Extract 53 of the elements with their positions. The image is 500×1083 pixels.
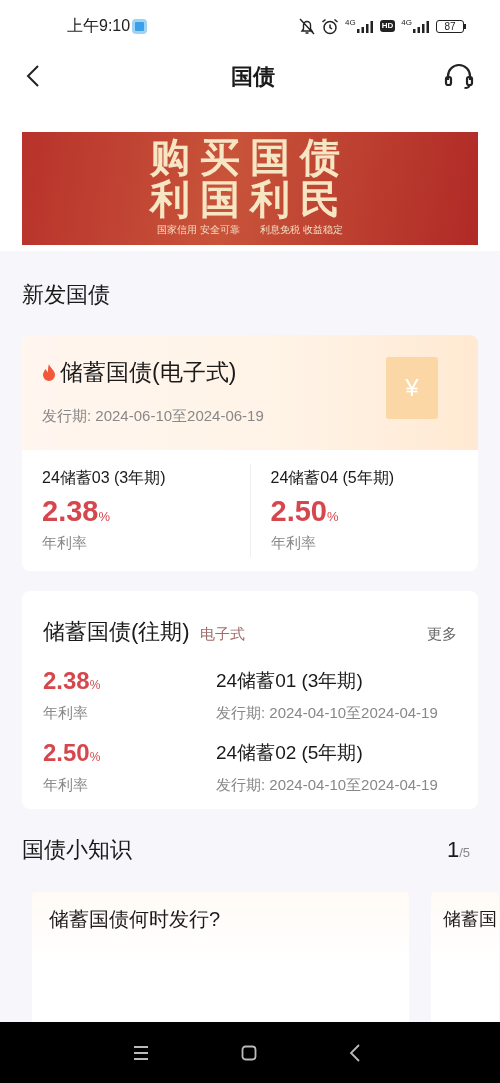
alarm-icon xyxy=(321,17,340,35)
more-link[interactable]: 更多 xyxy=(427,622,457,645)
hd-badge: HD xyxy=(379,20,396,32)
home-icon[interactable] xyxy=(241,1044,257,1061)
network-label: 4G xyxy=(345,18,356,27)
rate-value: 2.50 xyxy=(43,738,90,768)
rate-label: 年利率 xyxy=(43,702,89,723)
type-tag: 电子式 xyxy=(199,622,245,645)
battery-icon: 87 xyxy=(436,19,466,33)
banner-headline: 购买国债 xyxy=(150,136,350,178)
rate-label: 年利率 xyxy=(43,775,89,795)
rate-label: 年利率 xyxy=(270,533,317,553)
card-question: 储蓄国 xyxy=(443,907,498,931)
bell-off-icon xyxy=(299,17,316,35)
rate-value: 2.38 xyxy=(42,494,99,528)
rate-label: 年利率 xyxy=(42,533,88,553)
signal-icon xyxy=(412,19,430,33)
percent-sign: % xyxy=(98,509,110,526)
banner-tagline: 国家信用 安全可靠 xyxy=(157,224,240,236)
page-total: /5 xyxy=(459,844,470,862)
knowledge-card[interactable]: 储蓄国 xyxy=(431,891,499,1022)
knowledge-card[interactable]: 储蓄国债何时发行? xyxy=(32,891,409,1022)
product-name: 24储蓄01 (3年期) xyxy=(216,668,364,693)
card-title: 储蓄国债(电子式) xyxy=(60,358,237,387)
percent-sign: % xyxy=(326,509,339,526)
back-icon[interactable] xyxy=(26,64,40,88)
banner-headline: 利国利民 xyxy=(150,178,350,220)
product-name: 24储蓄02 (5年期) xyxy=(216,741,364,765)
banner[interactable]: 购买国债 利国利民 国家信用 安全可靠 利息免税 收益稳定 xyxy=(22,132,478,245)
issue-period: 发行期: 2024-04-10至2024-04-19 xyxy=(216,702,438,723)
product-name: 24储蓄03 (3年期) xyxy=(42,468,167,488)
issue-period: 发行期: 2024-06-10至2024-06-19 xyxy=(42,406,265,426)
menu-icon[interactable] xyxy=(132,1044,150,1061)
rate-value: 2.50 xyxy=(270,494,327,528)
status-time: 上午9:10 xyxy=(67,16,131,36)
percent-sign: % xyxy=(89,677,101,694)
issue-period: 发行期: 2024-04-10至2024-04-19 xyxy=(216,775,438,795)
signal-icon xyxy=(355,19,374,33)
app-icon xyxy=(132,18,148,34)
product-name: 24储蓄04 (5年期) xyxy=(270,468,396,488)
back-icon[interactable] xyxy=(349,1043,361,1062)
section-heading: 新发国债 xyxy=(21,281,111,309)
percent-sign: % xyxy=(89,750,101,766)
banner-tagline: 利息免税 收益稳定 xyxy=(260,224,343,236)
card-title: 储蓄国债(往期) xyxy=(43,617,190,646)
headset-icon[interactable] xyxy=(444,63,474,89)
page-number: 1 xyxy=(446,835,460,864)
rate-value: 2.38 xyxy=(43,665,90,696)
network-label: 4G xyxy=(401,18,412,27)
page-title: 国债 xyxy=(231,62,275,91)
card-question: 储蓄国债何时发行? xyxy=(49,906,222,932)
section-heading: 国债小知识 xyxy=(22,835,132,864)
ticket-icon: ¥ xyxy=(386,357,438,419)
